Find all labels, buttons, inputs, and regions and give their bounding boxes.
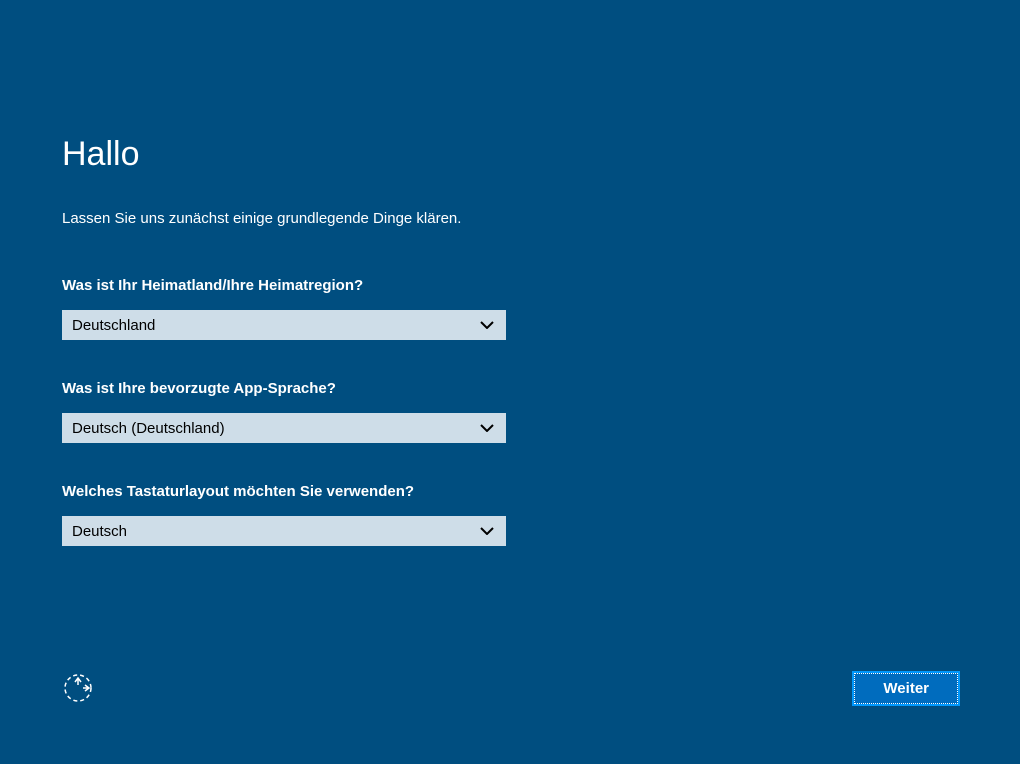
footer: Weiter	[0, 672, 1020, 704]
region-dropdown[interactable]: Deutschland	[62, 310, 506, 340]
next-button[interactable]: Weiter	[854, 673, 958, 704]
chevron-down-icon	[480, 524, 494, 538]
keyboard-dropdown[interactable]: Deutsch	[62, 516, 506, 546]
page-subtitle: Lassen Sie uns zunächst einige grundlege…	[62, 210, 958, 227]
page-title: Hallo	[62, 135, 958, 174]
main-content: Hallo Lassen Sie uns zunächst einige gru…	[0, 0, 1020, 546]
language-field-group: Was ist Ihre bevorzugte App-Sprache? Deu…	[62, 380, 958, 443]
keyboard-label: Welches Tastaturlayout möchten Sie verwe…	[62, 483, 958, 500]
chevron-down-icon	[480, 421, 494, 435]
region-label: Was ist Ihr Heimatland/Ihre Heimatregion…	[62, 277, 958, 294]
chevron-down-icon	[480, 318, 494, 332]
keyboard-value: Deutsch	[72, 523, 127, 540]
language-label: Was ist Ihre bevorzugte App-Sprache?	[62, 380, 958, 397]
language-value: Deutsch (Deutschland)	[72, 420, 225, 437]
region-field-group: Was ist Ihr Heimatland/Ihre Heimatregion…	[62, 277, 958, 340]
ease-of-access-icon[interactable]	[62, 672, 94, 704]
keyboard-field-group: Welches Tastaturlayout möchten Sie verwe…	[62, 483, 958, 546]
language-dropdown[interactable]: Deutsch (Deutschland)	[62, 413, 506, 443]
region-value: Deutschland	[72, 317, 155, 334]
